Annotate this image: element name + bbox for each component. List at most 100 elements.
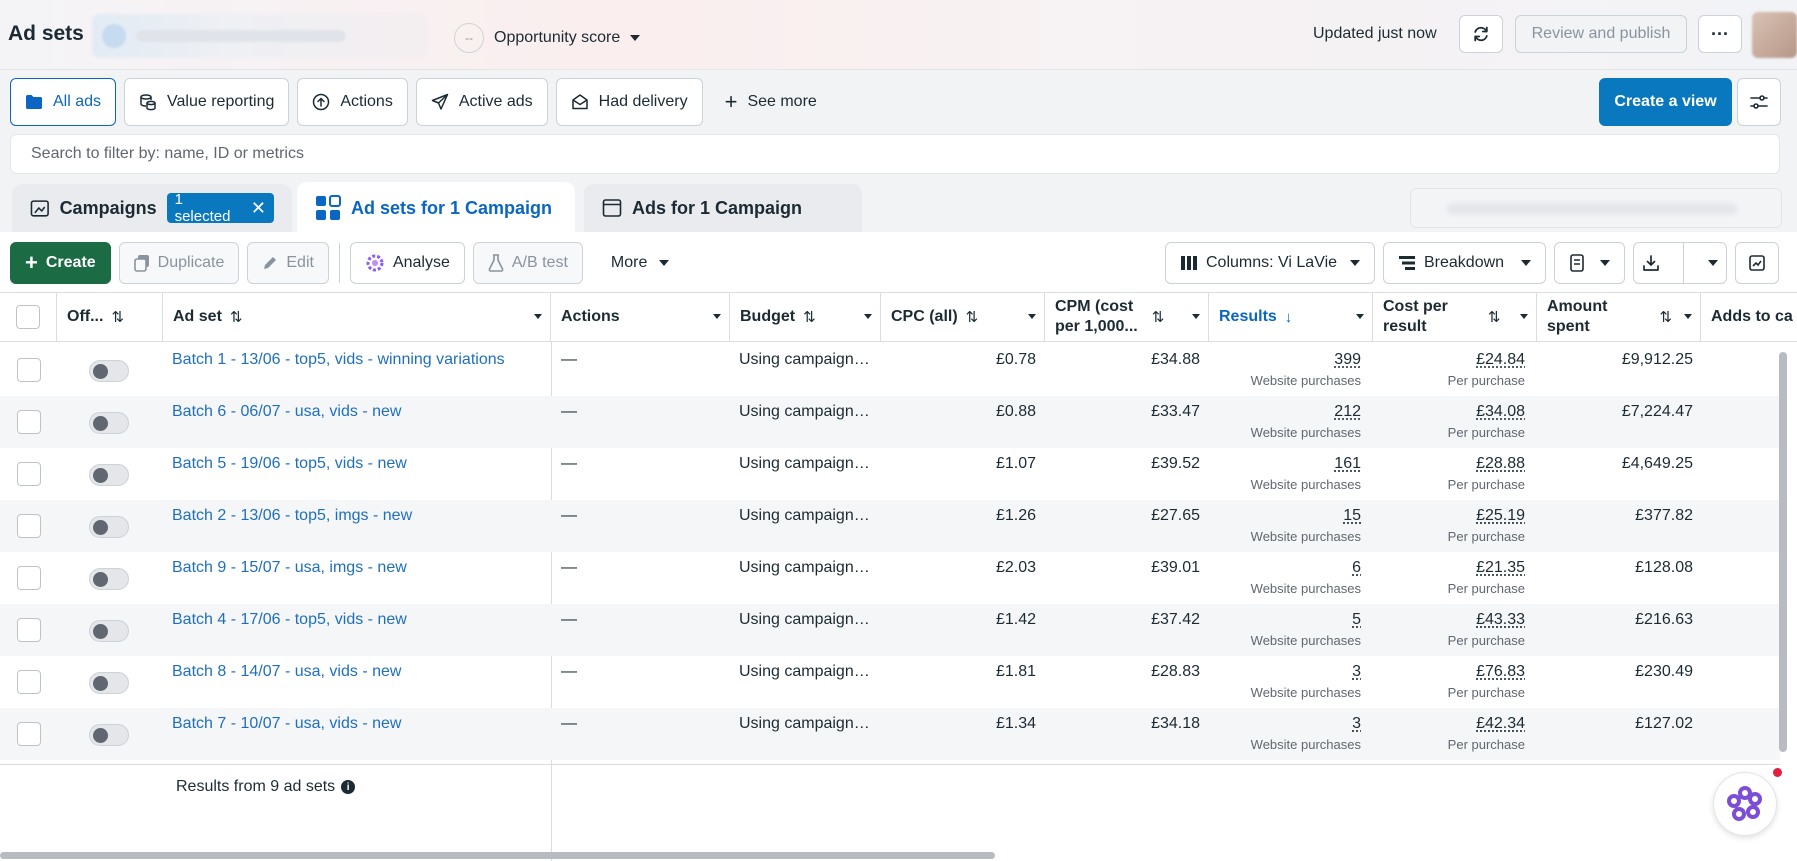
table-row[interactable]: Batch 7 - 10/07 - usa, vids - new — Using … (0, 708, 1780, 760)
horizontal-scrollbar[interactable] (0, 852, 995, 859)
ad-set-name-link[interactable]: Batch 1 - 13/06 - top5, vids - winning v… (172, 351, 505, 369)
breakdown-dropdown[interactable]: Breakdown (1383, 242, 1546, 284)
chart-button[interactable] (1735, 242, 1779, 284)
cpm-cell: £27.65 (1151, 507, 1200, 524)
ad-set-name-link[interactable]: Batch 2 - 13/06 - top5, imgs - new (172, 507, 412, 525)
results-value: 161 (1334, 455, 1361, 472)
row-checkbox[interactable] (17, 670, 41, 694)
more-dropdown[interactable]: More (597, 242, 683, 284)
opportunity-score-dropdown[interactable]: -- Opportunity score (454, 23, 641, 53)
review-and-publish-button[interactable]: Review and publish (1515, 15, 1687, 53)
status-toggle[interactable] (89, 412, 129, 434)
results-value: 3 (1352, 715, 1361, 732)
ad-set-name-link[interactable]: Batch 5 - 19/06 - top5, vids - new (172, 455, 407, 473)
ab-test-button[interactable]: A/B test (472, 242, 583, 284)
selected-chip[interactable]: 1 selected ✕ (166, 191, 274, 225)
ad-set-name-link[interactable]: Batch 6 - 06/07 - usa, vids - new (172, 403, 401, 421)
edit-button[interactable]: Edit (247, 242, 329, 284)
tab-ads[interactable]: Ads for 1 Campaign (584, 184, 862, 232)
column-header-cost-per-result[interactable]: Cost per result ⇅ (1373, 293, 1537, 341)
status-toggle[interactable] (89, 620, 129, 642)
sparkle-icon (366, 254, 384, 272)
analyse-label: Analyse (392, 254, 450, 271)
ad-set-name-link[interactable]: Batch 4 - 17/06 - top5, vids - new (172, 611, 407, 629)
download-icon (1642, 255, 1659, 271)
results-cell: 399 Website purchases (1209, 351, 1361, 388)
assistant-button[interactable] (1713, 772, 1777, 836)
filter-label: Active ads (458, 93, 533, 110)
duplicate-button[interactable]: Duplicate (118, 242, 240, 284)
amount-spent-cell: £128.08 (1635, 559, 1693, 576)
tab-ad-sets[interactable]: Ad sets for 1 Campaign (297, 182, 575, 234)
row-checkbox[interactable] (17, 514, 41, 538)
search-input[interactable] (11, 135, 1779, 173)
column-header-label: Budget (740, 308, 796, 325)
column-header-budget[interactable]: Budget ⇅ (730, 293, 881, 341)
chevron-down-icon (1708, 260, 1719, 266)
status-toggle[interactable] (89, 464, 129, 486)
row-checkbox[interactable] (17, 358, 41, 382)
row-checkbox[interactable] (17, 722, 41, 746)
view-settings-button[interactable] (1737, 78, 1781, 126)
row-checkbox[interactable] (17, 462, 41, 486)
filter-value-reporting[interactable]: Value reporting (124, 78, 290, 126)
table-row[interactable]: Batch 2 - 13/06 - top5, imgs - new — Using… (0, 500, 1780, 552)
status-toggle[interactable] (89, 360, 129, 382)
status-toggle[interactable] (89, 672, 129, 694)
column-header-results[interactable]: Results ↓ (1209, 293, 1373, 341)
create-button[interactable]: + Create (10, 242, 111, 284)
column-header-off[interactable]: Off... ⇅ (57, 293, 163, 341)
info-icon[interactable]: i (341, 780, 356, 794)
tab-campaigns[interactable]: Campaigns 1 selected ✕ (12, 184, 292, 232)
table-row[interactable]: Batch 9 - 15/07 - usa, imgs - new — Using … (0, 552, 1780, 604)
row-checkbox[interactable] (17, 566, 41, 590)
table-footer-divider (0, 764, 1780, 765)
export-button[interactable] (1633, 242, 1727, 284)
status-toggle[interactable] (89, 516, 129, 538)
table-row[interactable]: Batch 6 - 06/07 - usa, vids - new — Using … (0, 396, 1780, 448)
amount-spent-cell: £9,912.25 (1621, 351, 1693, 368)
refresh-button[interactable] (1459, 15, 1503, 53)
status-toggle[interactable] (89, 724, 129, 746)
filter-all-ads[interactable]: All ads (10, 78, 117, 126)
see-more-button[interactable]: + See more (711, 78, 831, 126)
results-summary-label: Results from 9 ad sets (176, 778, 336, 795)
table-row[interactable]: Batch 4 - 17/06 - top5, vids - new — Using… (0, 604, 1780, 656)
column-header-adds-to-cart[interactable]: Adds to ca (1701, 293, 1797, 341)
column-header-amount-spent[interactable]: Amount spent ⇅ (1537, 293, 1701, 341)
search-bar (10, 134, 1780, 174)
create-view-button[interactable]: Create a view (1599, 78, 1732, 126)
column-header-cpm[interactable]: CPM (cost per 1,000... ⇅ (1045, 293, 1209, 341)
close-icon[interactable]: ✕ (251, 198, 266, 219)
sort-icon: ⇅ (1659, 309, 1673, 326)
sort-desc-icon: ↓ (1284, 308, 1293, 326)
filter-had-delivery[interactable]: Had delivery (555, 78, 703, 126)
avatar[interactable] (1752, 12, 1797, 58)
more-options-button[interactable]: ··· (1698, 15, 1742, 53)
column-header-actions[interactable]: Actions (551, 293, 730, 341)
columns-icon (1181, 256, 1197, 270)
ad-set-name-link[interactable]: Batch 7 - 10/07 - usa, vids - new (172, 715, 401, 733)
filter-active-ads[interactable]: Active ads (415, 78, 548, 126)
table-row[interactable]: Batch 5 - 19/06 - top5, vids - new — Using… (0, 448, 1780, 500)
columns-dropdown[interactable]: Columns: Vi LaVie (1165, 242, 1375, 284)
reports-dropdown[interactable] (1554, 242, 1625, 284)
filter-actions[interactable]: Actions (297, 78, 408, 126)
account-selector[interactable] (92, 14, 428, 58)
date-range-selector[interactable] (1410, 188, 1782, 228)
table-row[interactable]: Batch 1 - 13/06 - top5, vids - winning v… (0, 344, 1780, 396)
ad-set-name-link[interactable]: Batch 8 - 14/07 - usa, vids - new (172, 663, 401, 681)
row-checkbox[interactable] (17, 618, 41, 642)
vertical-scrollbar[interactable] (1779, 352, 1787, 752)
cost-per-result-subtext: Per purchase (1447, 477, 1525, 492)
column-header-ad-set[interactable]: Ad set ⇅ (163, 293, 551, 341)
column-header-cpc[interactable]: CPC (all) ⇅ (881, 293, 1045, 341)
row-checkbox[interactable] (17, 410, 41, 434)
results-subtext: Website purchases (1250, 529, 1361, 544)
table-row[interactable]: Batch 8 - 14/07 - usa, vids - new — Using … (0, 656, 1780, 708)
column-header-label: spent (1547, 318, 1590, 335)
select-all-checkbox[interactable] (16, 305, 40, 329)
status-toggle[interactable] (89, 568, 129, 590)
ad-set-name-link[interactable]: Batch 9 - 15/07 - usa, imgs - new (172, 559, 407, 577)
analyse-button[interactable]: Analyse (349, 242, 465, 284)
